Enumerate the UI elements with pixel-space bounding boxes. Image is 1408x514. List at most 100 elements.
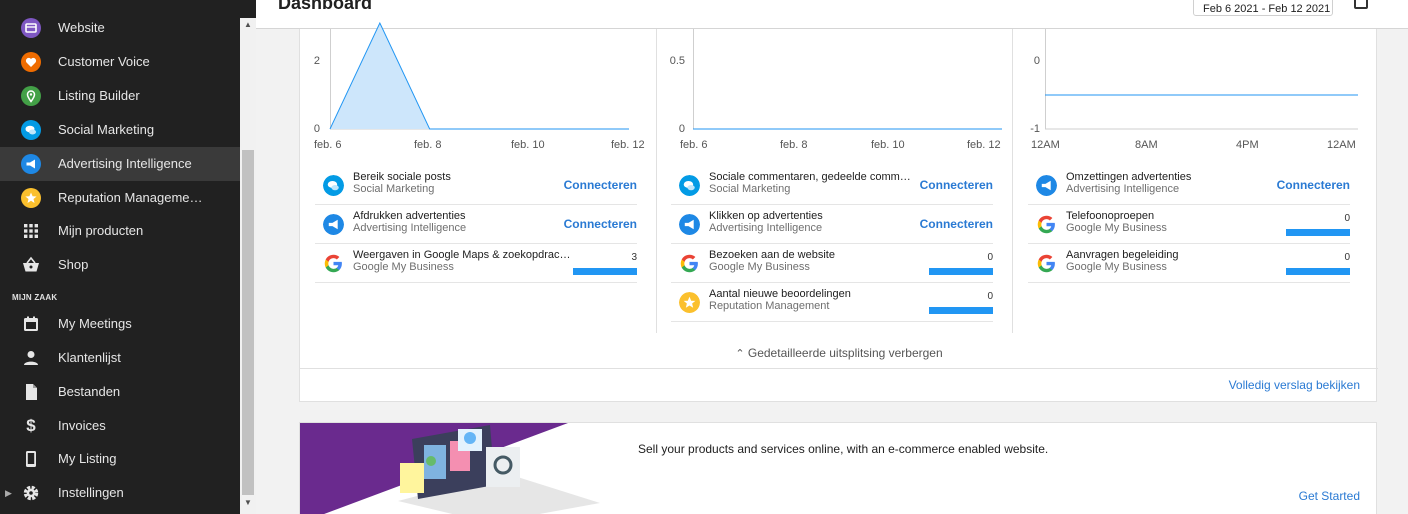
x-tick-label: feb. 6 [314, 139, 342, 151]
sidebar-item-my-meetings[interactable]: My Meetings [0, 307, 240, 341]
sidebar: Website Customer Voice Listing Builder S… [0, 0, 256, 514]
metric-title: Bereik sociale posts [353, 171, 451, 183]
expand-caret-icon[interactable]: ▶ [5, 488, 12, 499]
metric-bar [573, 268, 637, 275]
metric-row: Aantal nieuwe beoordelingen Reputation M… [671, 283, 993, 322]
metric-title: Klikken op advertenties [709, 210, 823, 222]
column-divider [656, 29, 657, 333]
google-icon [1037, 215, 1055, 234]
customer-voice-icon [21, 52, 41, 72]
sidebar-scroll-thumb[interactable] [242, 150, 254, 495]
x-tick-label: 4PM [1236, 139, 1259, 151]
sidebar-item-social-marketing[interactable]: Social Marketing [0, 113, 240, 147]
metric-source: Google My Business [1066, 261, 1167, 273]
line-chart [693, 128, 1002, 130]
sidebar-item-listing-builder[interactable]: Listing Builder [0, 79, 240, 113]
metric-bar [929, 307, 993, 314]
y-tick-label: 0.5 [669, 55, 685, 67]
calendar-icon[interactable] [1354, 0, 1368, 9]
sidebar-item-my-listing[interactable]: My Listing [0, 442, 240, 476]
get-started-link[interactable]: Get Started [1299, 489, 1360, 503]
metric-source: Social Marketing [709, 183, 791, 195]
sidebar-item-label: Instellingen [58, 485, 124, 500]
sidebar-item-label: Mijn producten [58, 223, 144, 238]
date-range-picker[interactable]: Feb 6 2021 - Feb 12 2021 [1193, 0, 1333, 16]
full-report-link[interactable]: Volledig verslag bekijken [1229, 378, 1360, 392]
x-tick-label: feb. 6 [680, 139, 708, 151]
toggle-breakdown-button[interactable]: ⌃ Gedetailleerde uitsplitsing verbergen [300, 346, 1378, 360]
advertising-intelligence-icon [323, 214, 344, 235]
connect-button[interactable]: Connecteren [920, 217, 993, 231]
sidebar-item-label: Social Marketing [58, 122, 155, 137]
y-tick-label: -1 [1030, 123, 1040, 135]
metric-row: Bezoeken aan de website Google My Busine… [671, 244, 993, 283]
sidebar-item-reputation-management[interactable]: Reputation Manageme… [0, 181, 240, 215]
phone-icon [26, 451, 36, 467]
metric-source: Reputation Management [709, 300, 830, 312]
listing-builder-icon [21, 86, 41, 106]
connect-button[interactable]: Connecteren [920, 178, 993, 192]
y-tick-label: 0 [678, 123, 685, 135]
scroll-down-icon[interactable]: ▼ [240, 496, 256, 510]
google-icon [680, 254, 698, 273]
file-icon [26, 384, 37, 400]
metric-source: Advertising Intelligence [709, 222, 823, 234]
page-title: Dashboard [278, 0, 373, 13]
column-divider [1012, 29, 1013, 333]
sidebar-item-shop[interactable]: Shop [0, 248, 240, 282]
metric-row: Aanvragen begeleiding Google My Business… [1028, 244, 1350, 283]
metric-bar [1286, 229, 1350, 236]
metric-title: Weergaven in Google Maps & zoekopdrac… [353, 249, 571, 261]
metric-row: Klikken op advertenties Advertising Inte… [671, 205, 993, 244]
sidebar-item-bestanden[interactable]: Bestanden [0, 375, 240, 409]
metric-source: Advertising Intelligence [353, 222, 467, 234]
sidebar-item-label: Invoices [58, 418, 106, 433]
line-chart [1045, 94, 1358, 130]
metric-value: 0 [987, 252, 993, 263]
website-icon [21, 18, 41, 38]
toggle-breakdown-label: Gedetailleerde uitsplitsing verbergen [747, 346, 943, 360]
sidebar-item-instellingen[interactable]: Instellingen [0, 476, 240, 510]
x-tick-label: 8AM [1135, 139, 1158, 151]
metric-source: Google My Business [1066, 222, 1167, 234]
sidebar-item-website[interactable]: Website [0, 11, 240, 45]
connect-button[interactable]: Connecteren [564, 217, 637, 231]
scroll-up-icon[interactable]: ▲ [240, 18, 256, 32]
metric-title: Telefoonoproepen [1066, 210, 1155, 222]
sidebar-item-label: My Meetings [58, 316, 132, 331]
reputation-management-icon [21, 188, 41, 208]
metric-bar [929, 268, 993, 275]
sidebar-item-label: Advertising Intelligence [58, 156, 192, 171]
metric-source: Google My Business [353, 261, 454, 273]
connect-button[interactable]: Connecteren [564, 178, 637, 192]
metric-row: Telefoonoproepen Google My Business 0 [1028, 205, 1350, 244]
top-bar: Dashboard Feb 6 2021 - Feb 12 2021 [256, 0, 1408, 29]
advertising-intelligence-icon [21, 154, 41, 174]
person-icon [24, 351, 38, 365]
sidebar-item-label: Website [58, 20, 105, 35]
sidebar-item-label: Klantenlijst [58, 350, 121, 365]
sidebar-item-klantenlijst[interactable]: Klantenlijst [0, 341, 240, 375]
x-tick-label: feb. 10 [511, 139, 545, 151]
y-tick-label: 0 [1033, 55, 1040, 67]
x-tick-label: 12AM [1031, 139, 1060, 151]
sidebar-item-label: Bestanden [58, 384, 121, 399]
sidebar-item-label: Shop [58, 257, 89, 272]
sidebar-item-invoices[interactable]: $ Invoices [0, 409, 240, 443]
section-header: MIJN ZAAK [12, 293, 58, 302]
metric-row: Weergaven in Google Maps & zoekopdrac… G… [315, 244, 637, 283]
gear-icon [23, 485, 39, 501]
x-tick-label: feb. 10 [871, 139, 905, 151]
social-marketing-icon [21, 120, 41, 140]
promo-card: Sell your products and services online, … [299, 422, 1377, 514]
sidebar-item-customer-voice[interactable]: Customer Voice [0, 45, 240, 79]
y-tick-label: 2 [313, 55, 320, 67]
metric-bar [1286, 268, 1350, 275]
metric-source: Advertising Intelligence [1066, 183, 1180, 195]
chevron-up-icon: ⌃ [735, 348, 745, 360]
sidebar-item-advertising-intelligence[interactable]: Advertising Intelligence [0, 147, 240, 181]
metric-row: Bereik sociale posts Social Marketing Co… [315, 166, 637, 205]
connect-button[interactable]: Connecteren [1277, 178, 1350, 192]
promo-text: Sell your products and services online, … [638, 442, 1049, 456]
sidebar-item-mijn-producten[interactable]: Mijn producten [0, 214, 240, 248]
